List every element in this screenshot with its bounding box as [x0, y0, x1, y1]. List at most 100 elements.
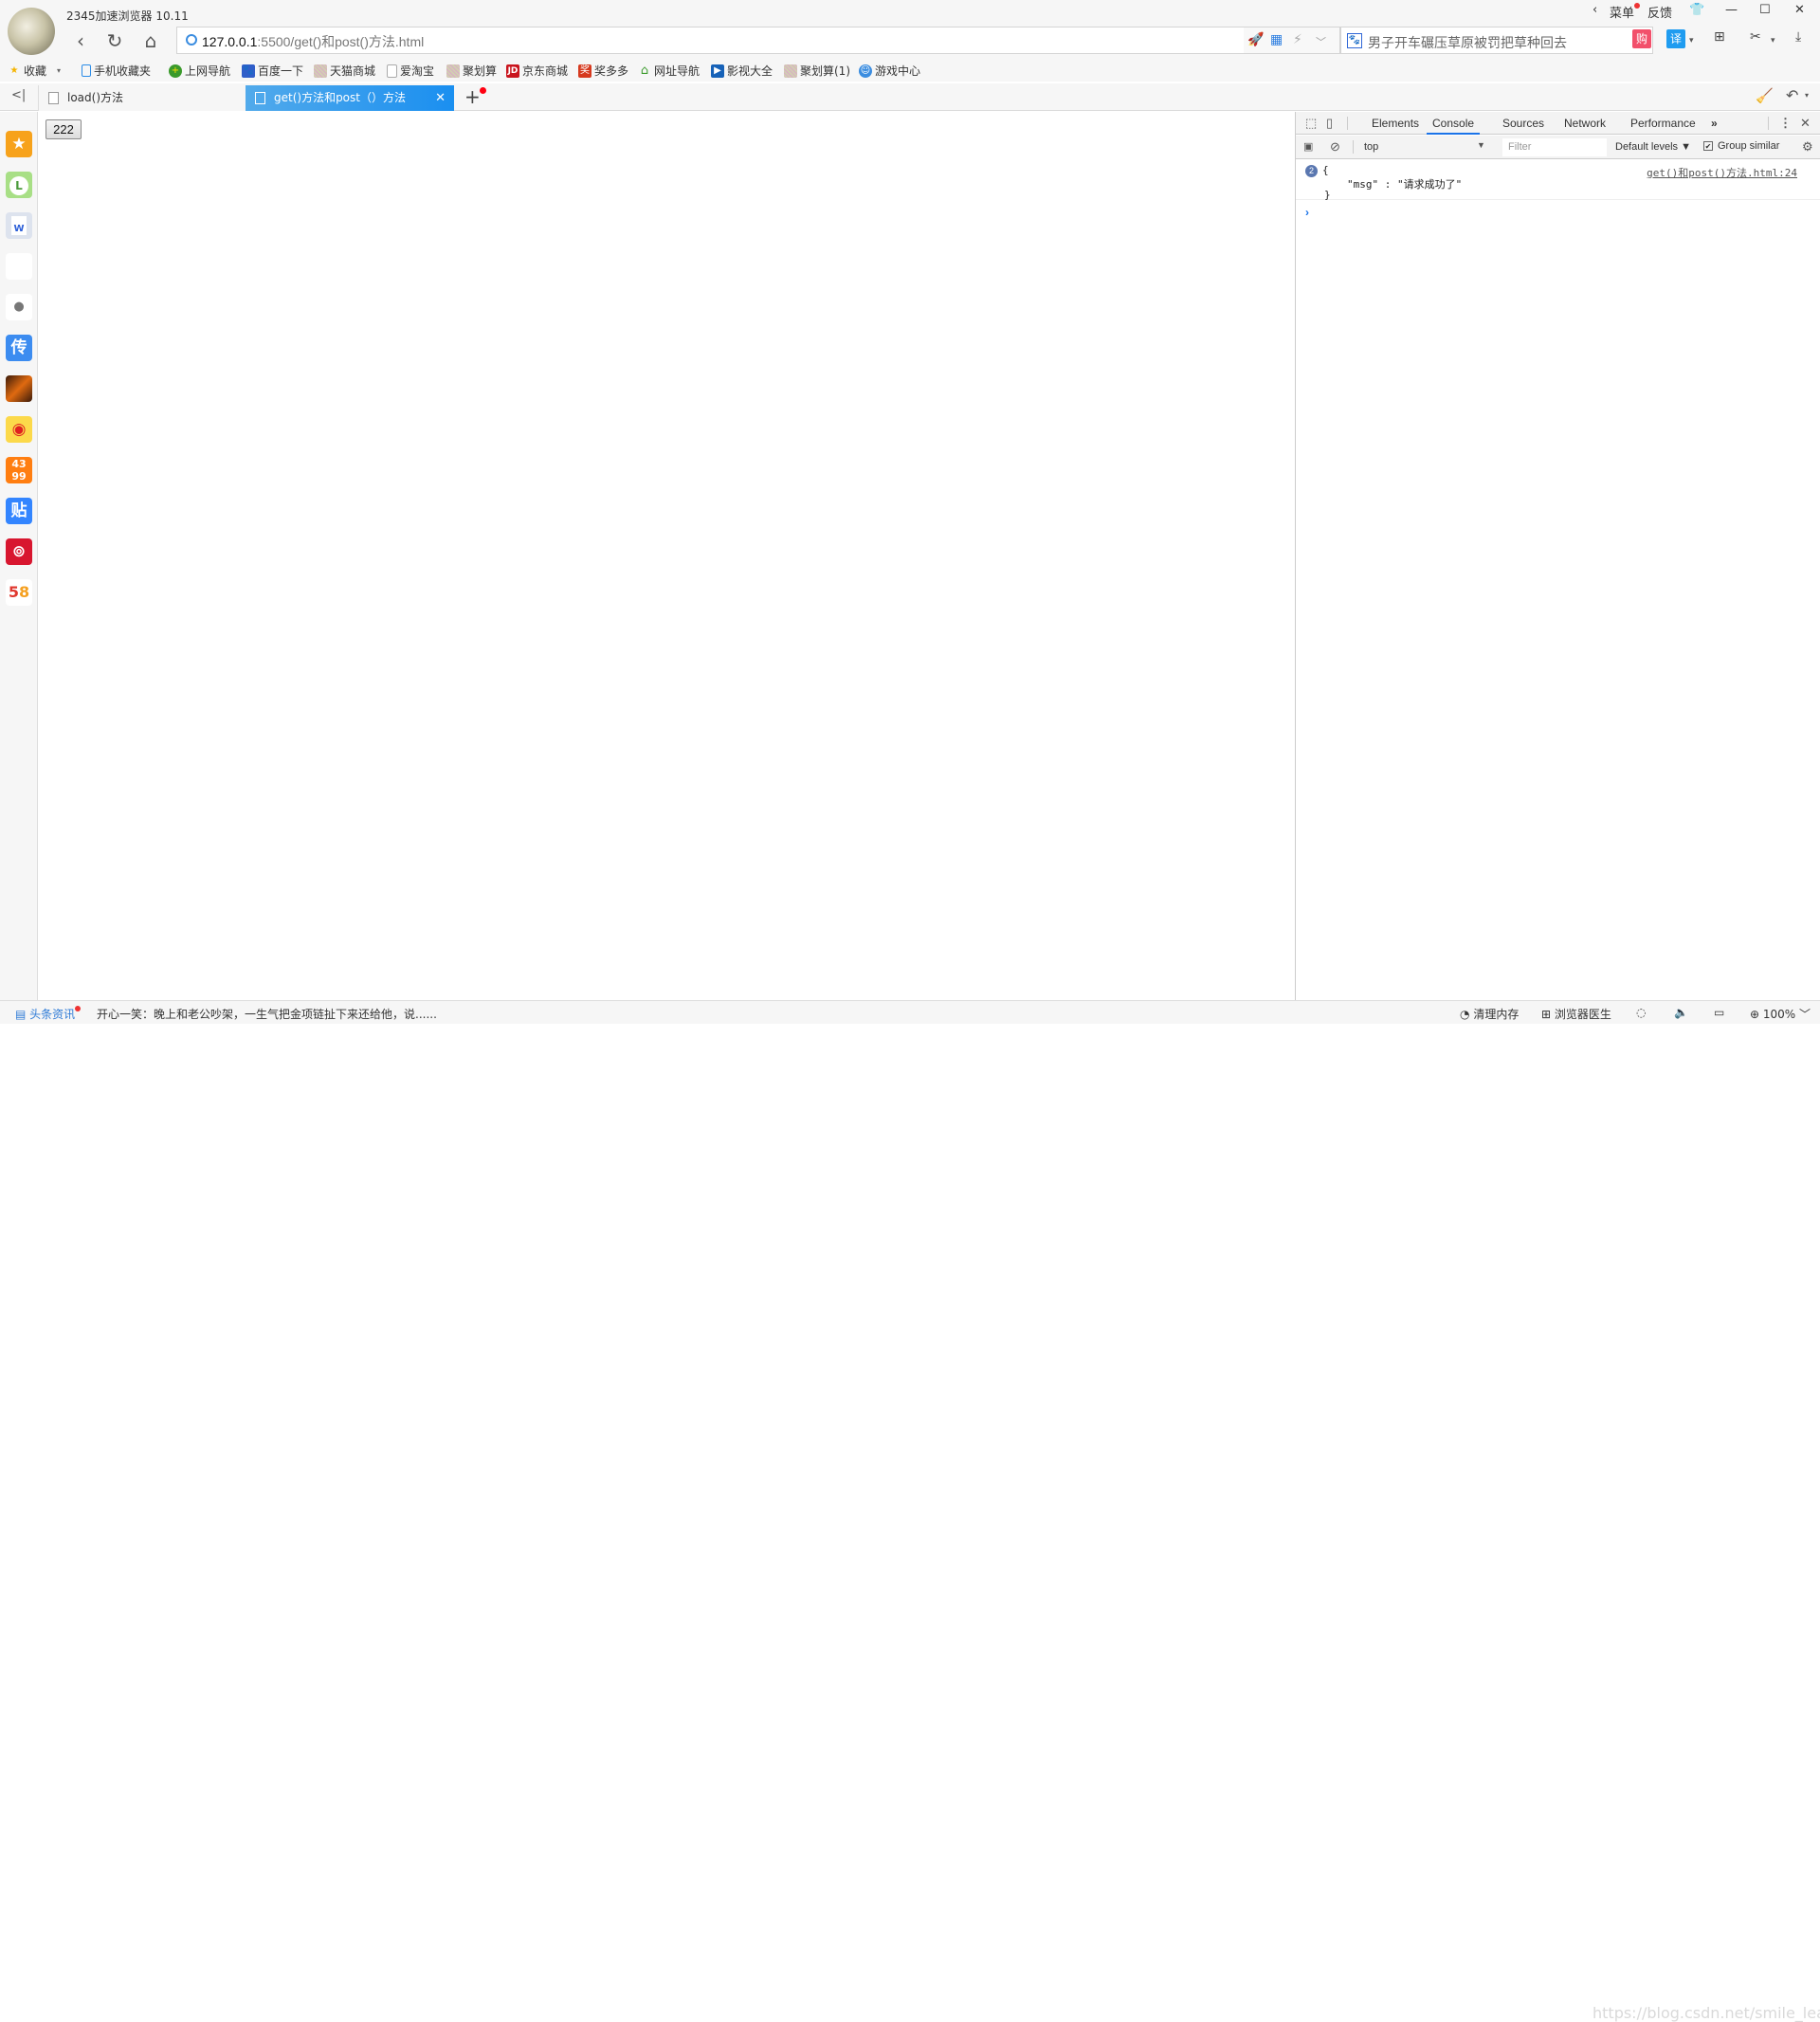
context-selector[interactable]: top: [1364, 141, 1378, 153]
rocket-icon[interactable]: 🚀: [1247, 32, 1264, 47]
log-levels-dropdown[interactable]: Default levels ▼: [1615, 141, 1691, 153]
bookmark-item[interactable]: 🐾 百度一下: [242, 63, 303, 79]
lightning-icon[interactable]: ⚡: [1293, 32, 1302, 47]
sidebar-4399-icon[interactable]: 43 99: [6, 457, 32, 483]
menu-button[interactable]: 菜单: [1610, 3, 1641, 21]
translate-dropdown-icon[interactable]: ▾: [1689, 36, 1694, 46]
bookmark-item[interactable]: 聚划算(1): [784, 63, 850, 79]
devtools-tab-sources[interactable]: Sources: [1502, 112, 1544, 135]
sidebar-tieba-icon[interactable]: 贴: [6, 498, 32, 524]
baidu-icon[interactable]: 🐾: [1347, 33, 1362, 48]
menu-label: 菜单: [1610, 7, 1635, 21]
shopping-icon[interactable]: 购: [1632, 29, 1651, 48]
undo-dropdown-icon[interactable]: ▾: [1805, 91, 1809, 100]
sidebar-weibo-icon[interactable]: ◉: [6, 416, 32, 443]
bookmark-label: 网址导航: [654, 64, 701, 78]
scissors-icon[interactable]: ✂: [1750, 29, 1761, 45]
sidebar-blank-app-icon[interactable]: [6, 253, 32, 280]
source-link[interactable]: get()和post()方法.html:24: [1647, 165, 1797, 180]
translate-icon[interactable]: 译: [1666, 29, 1685, 48]
baidu-paw-icon: 🐾: [242, 64, 255, 78]
sidebar-toggle-icon[interactable]: ▣: [1303, 140, 1313, 153]
url-host: 127.0.0.1: [202, 34, 258, 49]
tab-get-post-method[interactable]: get()方法和post（）方法 ✕: [246, 85, 454, 111]
bookmark-item[interactable]: 爱淘宝: [387, 63, 434, 79]
sidebar-apple-icon[interactable]: ●: [6, 294, 32, 320]
clear-console-icon[interactable]: ⊘: [1330, 139, 1340, 155]
divider: [1768, 117, 1769, 130]
sidebar-netease-music-icon[interactable]: ⊚: [6, 538, 32, 565]
bookmark-item[interactable]: 奖奖多多: [578, 63, 628, 79]
minimize-button[interactable]: —: [1725, 3, 1738, 17]
console-prompt[interactable]: ›: [1305, 206, 1309, 219]
devtools-tab-performance[interactable]: Performance: [1630, 112, 1696, 135]
close-devtools-icon[interactable]: ✕: [1800, 116, 1811, 131]
qr-code-icon[interactable]: ▦: [1270, 32, 1283, 47]
console-filter-input[interactable]: Filter: [1502, 138, 1607, 156]
group-similar-checkbox[interactable]: ✔: [1703, 141, 1713, 151]
scissors-dropdown-icon[interactable]: ▾: [1771, 36, 1775, 46]
new-tab-button[interactable]: +: [464, 85, 486, 108]
apps-grid-icon[interactable]: ⊞: [1714, 29, 1725, 45]
device-toolbar-icon[interactable]: ▯: [1326, 116, 1333, 131]
news-icon: ▤: [15, 1008, 27, 1021]
news-headline[interactable]: 开心一笑：晚上和老公吵架，一生气把金项链扯下来还给他，说......: [97, 1006, 437, 1022]
chevron-down-icon[interactable]: ▾: [57, 66, 61, 75]
devtools-tab-network[interactable]: Network: [1564, 112, 1606, 135]
bookmark-item[interactable]: ▶ 影视大全: [711, 63, 773, 79]
devtools-tab-elements[interactable]: Elements: [1372, 112, 1419, 135]
skin-shirt-icon[interactable]: 👕: [1689, 3, 1704, 17]
chevron-left-icon[interactable]: ‹: [1592, 3, 1597, 17]
tab-label: load()方法: [67, 91, 124, 104]
more-tabs-icon[interactable]: »: [1711, 112, 1718, 135]
close-window-button[interactable]: ✕: [1794, 3, 1805, 17]
inspect-element-icon[interactable]: ⬚: [1305, 116, 1317, 131]
bookmark-item[interactable]: 手机收藏夹: [82, 63, 151, 79]
feedback-button[interactable]: 反馈: [1647, 3, 1672, 21]
bookmark-item[interactable]: 聚划算: [446, 63, 497, 79]
sidebar-word-doc-icon[interactable]: W: [6, 212, 32, 239]
bookmark-item[interactable]: JD 京东商城: [506, 63, 568, 79]
kebab-menu-icon[interactable]: ⋮: [1779, 116, 1792, 131]
download-icon[interactable]: ⤓: [1795, 29, 1801, 45]
broom-clean-icon[interactable]: 🧹: [1756, 87, 1774, 104]
maximize-button[interactable]: ☐: [1759, 3, 1771, 17]
browser-logo[interactable]: [8, 8, 55, 55]
mask-icon[interactable]: ◌: [1636, 1006, 1646, 1019]
home-button[interactable]: ⌂: [138, 28, 163, 53]
zoom-control[interactable]: ⊕ 100% ﹀: [1750, 1006, 1811, 1022]
address-bar[interactable]: 127.0.0.1:5500/get()和post()方法.html: [176, 27, 1244, 54]
browser-doctor-button[interactable]: ⊞ 浏览器医生: [1541, 1006, 1611, 1022]
bookmark-item[interactable]: 天猫商城: [314, 63, 375, 79]
bookmark-item[interactable]: ⌂ 网址导航: [638, 63, 700, 79]
context-dropdown-icon[interactable]: ▼: [1477, 140, 1485, 150]
search-box[interactable]: 🐾 男子开车碾压草原被罚把草种回去 ⌕: [1340, 27, 1653, 54]
json-open-brace[interactable]: {: [1322, 164, 1329, 176]
chevron-down-icon[interactable]: ﹀: [1316, 34, 1326, 49]
sidebar-favorites-icon[interactable]: ★: [6, 131, 32, 157]
settings-gear-icon[interactable]: ⚙: [1802, 139, 1813, 155]
tab-load-method[interactable]: load()方法: [38, 85, 246, 111]
back-button[interactable]: ‹: [68, 28, 93, 53]
undo-close-tab-icon[interactable]: ↶: [1786, 86, 1798, 104]
url-text[interactable]: 127.0.0.1:5500/get()和post()方法.html: [202, 32, 424, 51]
reload-button[interactable]: ↻: [102, 28, 127, 53]
bookmark-item[interactable]: + 上网导航: [169, 63, 230, 79]
devtools-tab-console[interactable]: Console: [1427, 112, 1481, 135]
bookmark-favorites[interactable]: ★ 收藏 ▾: [8, 63, 62, 79]
sidebar-58-icon[interactable]: 58: [6, 579, 32, 606]
collapse-sidebar-icon[interactable]: <|: [11, 88, 26, 102]
clean-memory-button[interactable]: ◔ 清理内存: [1460, 1006, 1519, 1022]
search-input[interactable]: 男子开车碾压草原被罚把草种回去: [1368, 33, 1567, 52]
close-tab-icon[interactable]: ✕: [435, 85, 446, 111]
group-similar-toggle[interactable]: ✔ Group similar: [1703, 140, 1779, 152]
speaker-icon[interactable]: 🔈: [1674, 1006, 1688, 1019]
page-button-222[interactable]: 222: [46, 119, 82, 139]
sidebar-history-icon[interactable]: L: [6, 172, 32, 198]
sidebar-chuan-icon[interactable]: 传: [6, 335, 32, 361]
sidebar-game-icon[interactable]: [6, 375, 32, 402]
window-icon[interactable]: ▭: [1714, 1006, 1724, 1019]
bookmark-item[interactable]: ☺ 游戏中心: [859, 63, 920, 79]
zoom-level: 100%: [1762, 1008, 1796, 1021]
news-button[interactable]: ▤ 头条资讯: [15, 1006, 82, 1022]
